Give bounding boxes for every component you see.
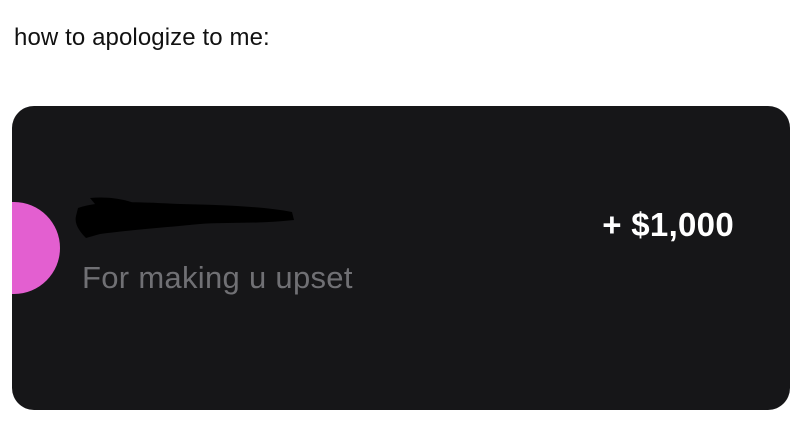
page: how to apologize to me: For making u ups… — [0, 0, 800, 428]
transaction-card[interactable]: For making u upset + $1,000 — [12, 106, 790, 410]
transaction-amount: + $1,000 — [602, 206, 734, 243]
post-caption: how to apologize to me: — [14, 24, 270, 51]
redacted-name-scribble — [75, 197, 294, 238]
transaction-memo: For making u upset — [82, 260, 353, 295]
avatar[interactable] — [12, 202, 60, 294]
